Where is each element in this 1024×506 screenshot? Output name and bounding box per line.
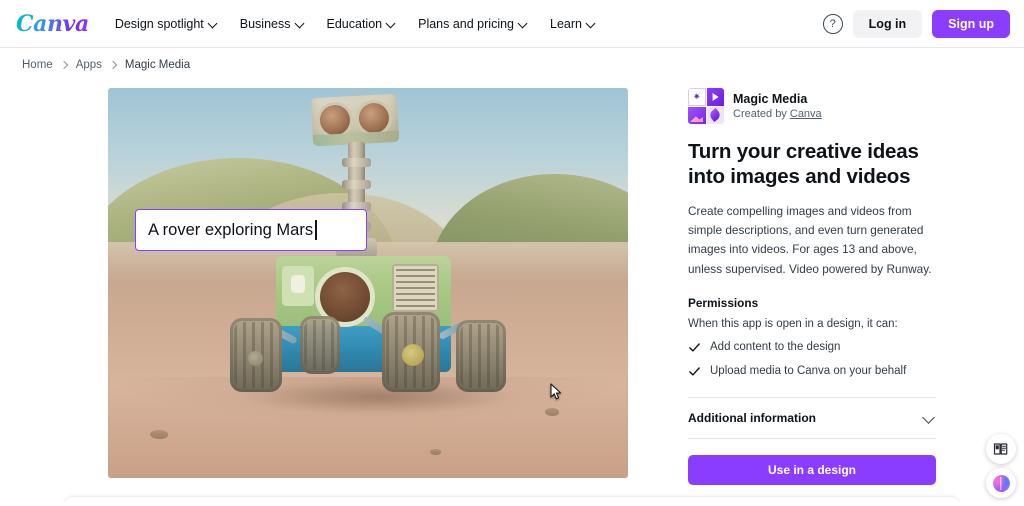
page-title: Turn your creative ideas into images and…: [688, 140, 919, 188]
magic-media-app-icon: [688, 88, 724, 124]
app-identity-text: Magic Media Created by Canva: [733, 92, 822, 120]
nav-label: Business: [239, 16, 291, 31]
header-actions: ? Log in Sign up: [822, 9, 1010, 38]
app-identity: Magic Media Created by Canva: [688, 88, 936, 124]
nav-label: Learn: [550, 16, 582, 31]
nav-item-learn[interactable]: Learn: [550, 17, 596, 31]
nav-label: Design spotlight: [114, 16, 204, 31]
rover-head: [310, 93, 400, 147]
canva-logo[interactable]: Canva: [16, 13, 89, 35]
chevron-down-icon: [387, 19, 396, 28]
app-description: Create compelling images and videos from…: [688, 204, 932, 276]
image-icon: [688, 106, 706, 124]
book-icon: [993, 443, 1008, 455]
signup-button[interactable]: Sign up: [932, 9, 1010, 38]
nav-item-education[interactable]: Education: [327, 17, 397, 31]
check-icon: [689, 366, 700, 376]
help-docs-fab[interactable]: [986, 434, 1016, 464]
permission-label: Add content to the design: [710, 341, 841, 354]
sparkle-icon: [688, 88, 706, 106]
nav-label: Plans and pricing: [418, 16, 515, 31]
chevron-right-icon: [61, 62, 68, 69]
prompt-input-value: A rover exploring Mars: [148, 220, 314, 239]
page-root: Canva Design spotlight Business Educatio…: [0, 0, 1024, 506]
app-preview-image: A rover exploring Mars: [108, 88, 628, 478]
rover-eye-right: [358, 102, 390, 134]
nav-label: Education: [326, 16, 383, 31]
pen-icon: [706, 106, 724, 124]
chevron-down-icon: [923, 411, 936, 424]
site-header: Canva Design spotlight Business Educatio…: [0, 0, 1024, 48]
rover-porthole: [320, 271, 370, 322]
rover-wheel-hub: [248, 350, 263, 366]
bottom-sheet-edge: [64, 496, 960, 506]
text-caret: [315, 220, 317, 240]
permissions-heading: Permissions: [688, 295, 759, 310]
breadcrumb-item-home[interactable]: Home: [22, 59, 53, 71]
rover-eye-left: [319, 104, 351, 136]
permission-item: Upload media to Canva on your behalf: [688, 365, 936, 378]
play-icon: [706, 88, 724, 106]
use-in-a-design-button[interactable]: Use in a design: [688, 454, 936, 485]
nav-item-design-spotlight[interactable]: Design spotlight: [115, 17, 218, 31]
chevron-down-icon: [296, 19, 305, 28]
rover-wheel: [300, 315, 340, 374]
additional-information-accordion[interactable]: Additional information: [688, 396, 936, 439]
rover-neck-ring: [342, 179, 371, 189]
nav-item-plans-and-pricing[interactable]: Plans and pricing: [418, 17, 528, 31]
created-by-label: Created by: [733, 108, 787, 120]
login-button[interactable]: Log in: [852, 9, 923, 38]
chevron-down-icon: [209, 19, 218, 28]
breadcrumb-item-magic-media: Magic Media: [124, 59, 191, 71]
rover-wheel: [456, 319, 506, 392]
rock-decoration: [544, 407, 559, 416]
permissions-subtitle: When this app is open in a design, it ca…: [688, 317, 898, 330]
author-link[interactable]: Canva: [790, 108, 822, 120]
breadcrumb-item-apps[interactable]: Apps: [76, 59, 102, 71]
rover-neck-ring: [342, 157, 371, 167]
ai-assistant-fab[interactable]: [986, 468, 1016, 498]
check-icon: [689, 342, 700, 352]
chevron-down-icon: [587, 19, 596, 28]
accordion-label: Additional information: [688, 410, 816, 425]
main-nav: Design spotlight Business Education Plan…: [115, 17, 596, 31]
rock-decoration: [149, 430, 168, 439]
chevron-down-icon: [519, 19, 528, 28]
chevron-right-icon: [110, 62, 117, 69]
app-name: Magic Media: [733, 92, 808, 106]
rover-side-panel: [282, 265, 314, 306]
nav-item-business[interactable]: Business: [240, 17, 305, 31]
breadcrumb: Home Apps Magic Media: [22, 59, 190, 71]
brain-icon: [992, 474, 1010, 492]
permission-item: Add content to the design: [688, 341, 936, 354]
rover-wheel-hub: [402, 343, 424, 366]
grille-lines: [396, 268, 435, 307]
app-author: Created by Canva: [733, 108, 822, 120]
app-details-panel: Magic Media Created by Canva Turn your c…: [688, 88, 936, 506]
mouse-cursor: [550, 383, 562, 400]
permission-label: Upload media to Canva on your behalf: [710, 365, 907, 378]
help-icon[interactable]: ?: [822, 13, 843, 34]
rover-illustration: [224, 93, 524, 466]
rover-grille-panel: [392, 263, 439, 312]
main-content: A rover exploring Mars Magic Media: [0, 88, 1024, 506]
prompt-input[interactable]: A rover exploring Mars: [135, 209, 367, 251]
